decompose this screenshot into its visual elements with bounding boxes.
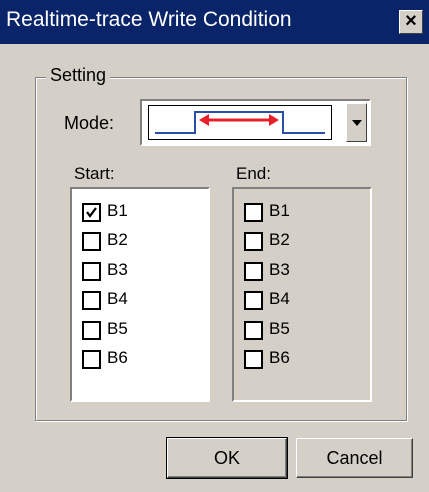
checkbox-label: B6: [107, 348, 128, 367]
checkbox-label: B4: [107, 289, 128, 308]
chevron-down-icon: [352, 120, 362, 126]
checkbox[interactable]: [82, 232, 101, 251]
close-icon: ×: [405, 10, 417, 32]
checkbox-label: B5: [107, 319, 128, 338]
checkbox-label: B3: [269, 260, 290, 279]
checkbox-label: B3: [107, 260, 128, 279]
checkbox[interactable]: [244, 203, 263, 222]
start-listbox: B1 B2 B3 B4 B5 B6: [70, 187, 210, 402]
mode-dropdown-button[interactable]: [346, 103, 367, 142]
checkbox[interactable]: [244, 350, 263, 369]
checkbox[interactable]: [244, 232, 263, 251]
mode-dropdown[interactable]: [140, 99, 371, 146]
checkbox[interactable]: [82, 203, 101, 222]
dialog-window: Realtime-trace Write Condition × Setting…: [0, 0, 429, 492]
start-label: Start:: [74, 164, 115, 183]
close-button[interactable]: ×: [399, 10, 423, 34]
end-listbox: B1 B2 B3 B4 B5 B6: [232, 187, 372, 402]
setting-group-label: Setting: [46, 65, 111, 86]
window-title: Realtime-trace Write Condition: [6, 8, 292, 31]
checkbox[interactable]: [244, 291, 263, 310]
checkbox-label: B2: [269, 230, 290, 249]
end-label: End:: [236, 164, 271, 183]
cancel-button[interactable]: Cancel: [296, 438, 413, 478]
checkbox-label: B2: [107, 230, 128, 249]
window-range-icon: [148, 105, 332, 140]
title-bar: Realtime-trace Write Condition ×: [0, 0, 429, 44]
checkbox[interactable]: [82, 350, 101, 369]
checkbox-label: B1: [107, 201, 128, 220]
checkbox-label: B1: [269, 201, 290, 220]
checkbox[interactable]: [82, 321, 101, 340]
mode-label: Mode:: [64, 113, 115, 133]
checkbox-label: B5: [269, 319, 290, 338]
ok-button[interactable]: OK: [166, 437, 288, 479]
checkmark-icon: [86, 207, 97, 218]
checkbox[interactable]: [82, 291, 101, 310]
checkbox-label: B4: [269, 289, 290, 308]
checkbox[interactable]: [82, 262, 101, 281]
checkbox[interactable]: [244, 262, 263, 281]
checkbox-label: B6: [269, 348, 290, 367]
checkbox[interactable]: [244, 321, 263, 340]
